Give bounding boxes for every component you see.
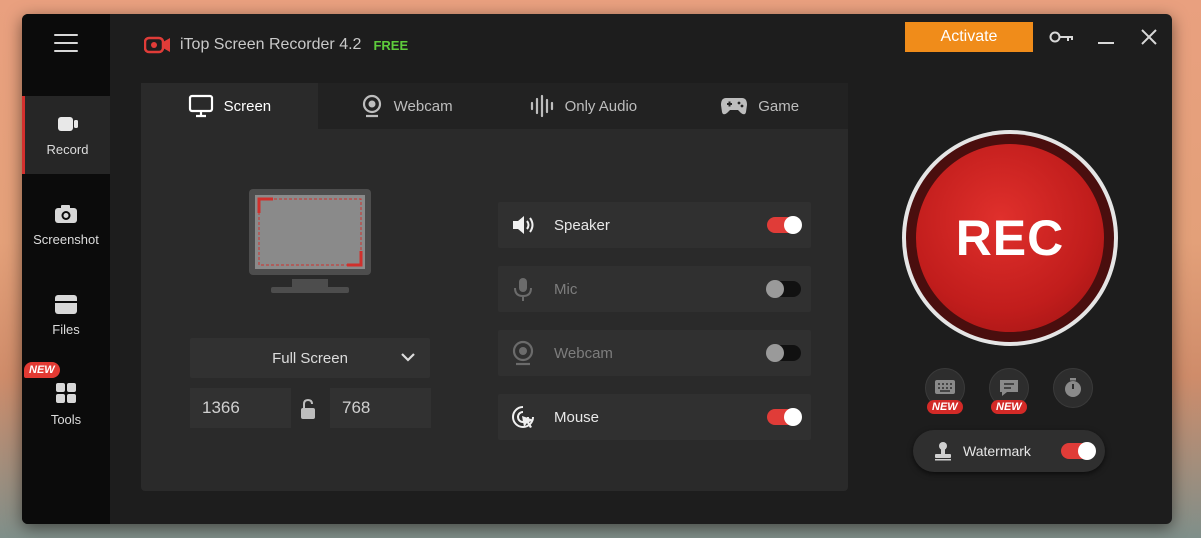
app-title: iTop Screen Recorder 4.2	[180, 36, 362, 53]
mode-tabs: Screen Webcam Only Audio Game	[141, 83, 848, 129]
screen-preview-monitor[interactable]	[247, 187, 373, 297]
activate-button[interactable]: Activate	[905, 22, 1033, 52]
tab-webcam[interactable]: Webcam	[318, 83, 495, 129]
sidebar-item-label: Tools	[50, 412, 82, 427]
option-mic: Mic	[498, 266, 811, 312]
watermark-control: Watermark	[913, 430, 1105, 472]
new-badge: NEW	[24, 362, 60, 378]
sidebar-item-tools[interactable]: NEW Tools	[22, 362, 110, 444]
new-badge: NEW	[991, 400, 1027, 414]
chat-icon	[1000, 380, 1018, 396]
tab-only-audio[interactable]: Only Audio	[495, 83, 672, 129]
sidebar-item-label: Files	[52, 322, 80, 337]
sidebar-item-files[interactable]: Files	[22, 276, 110, 354]
lock-aspect-icon[interactable]	[299, 398, 317, 420]
watermark-label: Watermark	[963, 443, 1031, 459]
mouse-cursor-icon	[512, 406, 534, 428]
option-speaker: Speaker	[498, 202, 811, 248]
width-input[interactable]	[190, 388, 291, 428]
option-label: Mouse	[554, 408, 600, 426]
stamp-icon	[935, 442, 951, 461]
tab-game[interactable]: Game	[671, 83, 848, 129]
chevron-down-icon	[401, 353, 415, 362]
tab-screen[interactable]: Screen	[141, 83, 318, 129]
capture-mode-value: Full Screen	[272, 349, 348, 367]
folder-icon	[55, 295, 77, 314]
gamepad-icon	[721, 98, 748, 115]
watermark-toggle[interactable]	[1061, 442, 1096, 460]
edition-badge: FREE	[373, 37, 409, 53]
option-mouse: Mouse	[498, 394, 811, 440]
speaker-icon	[513, 216, 534, 234]
sidebar: Record Screenshot Files NEW Tools	[22, 14, 110, 524]
sidebar-item-screenshot[interactable]: Screenshot	[22, 186, 110, 264]
speaker-toggle[interactable]	[767, 216, 802, 234]
video-camera-icon	[57, 117, 78, 131]
monitor-icon	[188, 94, 213, 118]
tab-label: Only Audio	[564, 97, 638, 115]
tab-label: Game	[758, 97, 800, 115]
option-webcam: Webcam	[498, 330, 811, 376]
webcam-toggle[interactable]	[766, 344, 801, 362]
option-label: Mic	[554, 280, 578, 298]
mouse-toggle[interactable]	[767, 408, 802, 426]
app-logo-icon	[144, 36, 170, 54]
webcam-icon	[362, 94, 381, 118]
record-button-label: REC	[916, 144, 1104, 332]
webcam-icon	[512, 340, 534, 366]
app-window: Record Screenshot Files NEW Tools iTop S…	[22, 14, 1172, 524]
title-bar: iTop Screen Recorder 4.2 FREE	[144, 32, 408, 58]
schedule-timer-button[interactable]	[1053, 368, 1093, 408]
minimize-icon[interactable]	[1096, 32, 1116, 46]
record-panel: Screen Webcam Only Audio Game Full Scree…	[141, 83, 848, 491]
hamburger-menu-icon[interactable]	[54, 34, 78, 56]
record-button[interactable]: REC	[902, 130, 1118, 346]
mic-toggle[interactable]	[766, 280, 801, 298]
tab-label: Webcam	[393, 97, 453, 115]
tab-label: Screen	[223, 97, 272, 115]
key-icon[interactable]	[1049, 29, 1075, 45]
close-icon[interactable]	[1139, 27, 1159, 47]
capture-mode-select[interactable]: Full Screen	[190, 338, 430, 378]
microphone-icon	[514, 278, 532, 301]
option-label: Webcam	[554, 344, 613, 362]
sidebar-item-record[interactable]: Record	[22, 96, 110, 174]
new-badge: NEW	[927, 400, 963, 414]
grid-icon	[56, 383, 76, 403]
sidebar-item-label: Screenshot	[33, 232, 99, 247]
height-input[interactable]	[330, 388, 431, 428]
keyboard-icon	[935, 380, 955, 394]
waveform-icon	[530, 94, 553, 118]
sidebar-item-label: Record	[46, 142, 89, 157]
timer-icon	[1065, 378, 1081, 397]
camera-icon	[55, 205, 77, 223]
option-label: Speaker	[554, 216, 610, 234]
